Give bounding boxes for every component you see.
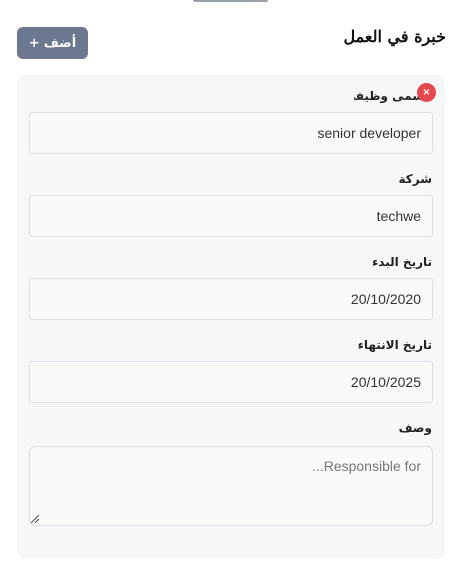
work-experience-header: أضف + خبرة في العمل bbox=[17, 27, 446, 59]
start-date-label: تاريخ البدء bbox=[372, 255, 432, 269]
description-label: وصف bbox=[398, 421, 432, 435]
company-input[interactable] bbox=[29, 195, 433, 237]
end-date-label: تاريخ الانتهاء bbox=[357, 338, 432, 352]
section-title: خبرة في العمل bbox=[343, 27, 446, 46]
end-date-input[interactable] bbox=[29, 361, 433, 403]
description-textarea[interactable] bbox=[29, 446, 433, 526]
add-experience-button[interactable]: أضف + bbox=[17, 27, 88, 59]
add-button-label: أضف bbox=[43, 35, 77, 51]
plus-icon: + bbox=[28, 35, 40, 51]
company-label: شركة bbox=[398, 172, 432, 186]
job-title-input[interactable] bbox=[29, 112, 433, 154]
page-scroll-indicator[interactable] bbox=[193, 0, 268, 2]
start-date-input[interactable] bbox=[29, 278, 433, 320]
remove-entry-button[interactable]: × bbox=[417, 83, 436, 102]
close-icon: × bbox=[422, 87, 431, 98]
resize-handle-icon[interactable] bbox=[31, 515, 39, 523]
